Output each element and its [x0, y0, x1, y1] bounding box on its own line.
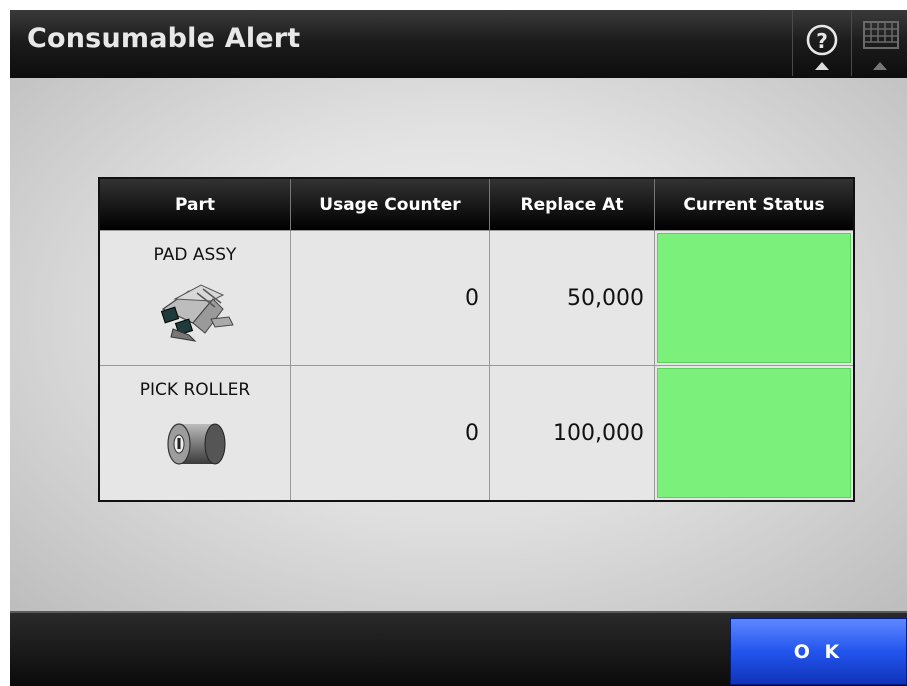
- header-replace-at: Replace At: [489, 178, 655, 231]
- help-button[interactable]: ?: [792, 10, 851, 76]
- ok-button[interactable]: O K: [730, 618, 907, 685]
- consumables-table: Part Usage Counter Replace At Current St…: [98, 177, 855, 502]
- svg-text:?: ?: [816, 29, 828, 53]
- part-cell: PICK ROLLER: [98, 365, 291, 502]
- pad-assy-icon: [160, 284, 234, 342]
- keyboard-expand-arrow-icon: [873, 62, 887, 70]
- current-status-cell: [654, 230, 855, 366]
- part-name: PAD ASSY: [153, 245, 237, 265]
- pick-roller-icon: [167, 423, 226, 465]
- main-content: Part Usage Counter Replace At Current St…: [10, 78, 907, 611]
- footer-bar: O K: [10, 611, 907, 686]
- help-expand-arrow-icon: [815, 62, 829, 70]
- part-name: PICK ROLLER: [139, 380, 251, 400]
- replace-at-value: 50,000: [489, 230, 655, 366]
- window-title: Consumable Alert: [27, 23, 301, 54]
- header-current-status: Current Status: [654, 178, 854, 231]
- part-cell: PAD ASSY: [98, 230, 291, 366]
- status-indicator: [657, 233, 851, 363]
- table-row: PICK ROLLER 0 100,000: [98, 365, 855, 502]
- keyboard-button[interactable]: [851, 10, 907, 76]
- help-icon: ?: [806, 24, 838, 56]
- table-header-row: Part Usage Counter Replace At Current St…: [99, 178, 854, 231]
- header-part: Part: [99, 178, 291, 231]
- replace-at-value: 100,000: [489, 365, 655, 502]
- usage-counter-value: 0: [290, 230, 490, 366]
- current-status-cell: [654, 365, 855, 502]
- keyboard-icon: [863, 21, 899, 49]
- usage-counter-value: 0: [290, 365, 490, 502]
- status-indicator: [657, 368, 851, 498]
- dialog-window: Consumable Alert ? Part Usage Counter Re…: [10, 10, 907, 686]
- title-bar: Consumable Alert ?: [10, 10, 907, 80]
- header-usage-counter: Usage Counter: [290, 178, 490, 231]
- table-row: PAD ASSY 0 50,000: [98, 230, 855, 366]
